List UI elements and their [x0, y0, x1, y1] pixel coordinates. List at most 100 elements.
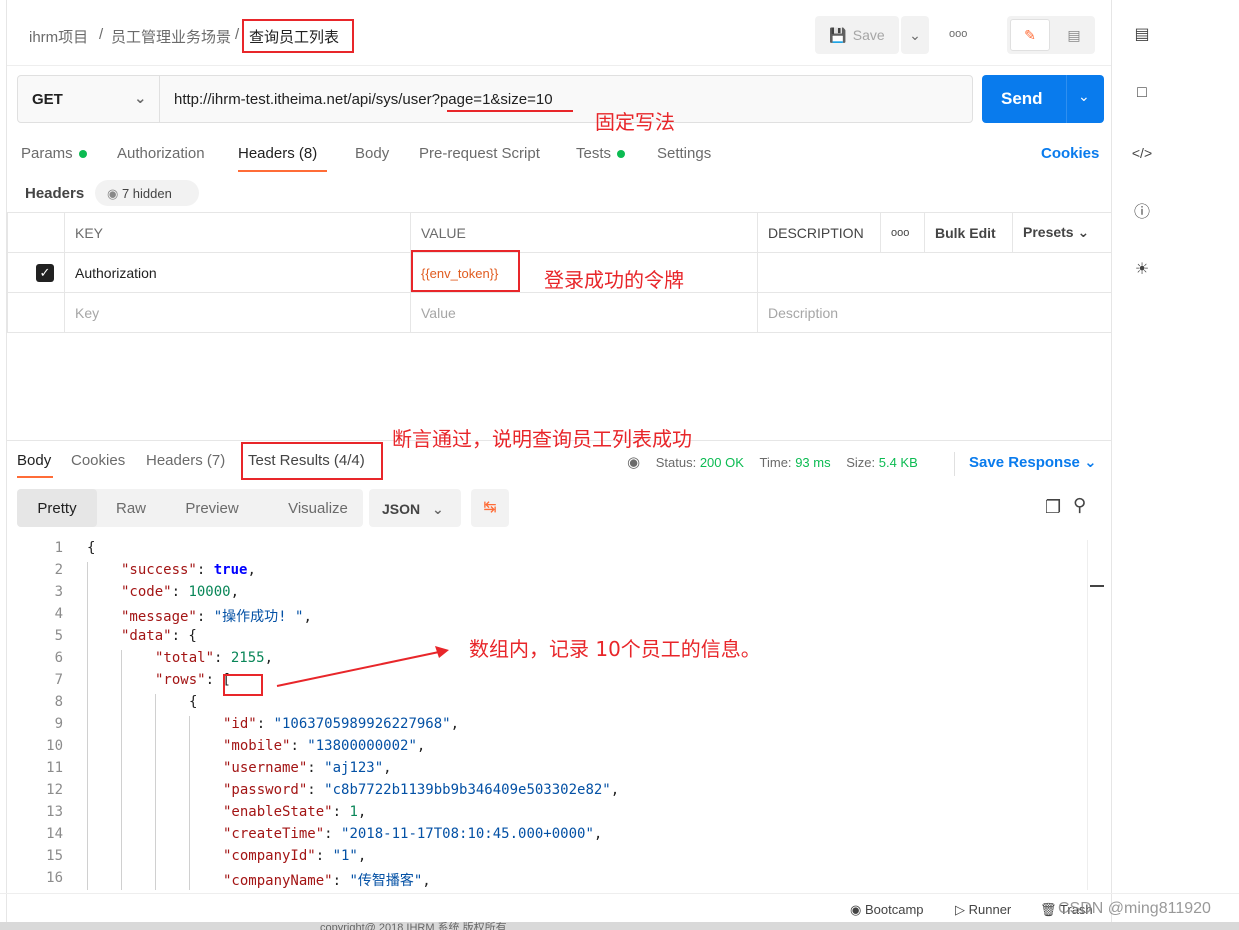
- line-number: 16: [46, 870, 63, 886]
- comment-icon[interactable]: ▤: [1057, 19, 1091, 51]
- divider: [1066, 75, 1067, 123]
- line-number: 14: [46, 826, 63, 842]
- bootcamp-button[interactable]: ◉ Bootcamp: [850, 902, 924, 918]
- annotation-token-note: 登录成功的令牌: [544, 268, 684, 292]
- indent-guide: [87, 870, 88, 890]
- wrap-lines-icon[interactable]: ↹: [471, 489, 509, 527]
- annotation-box: [223, 674, 263, 696]
- tab-tests[interactable]: Tests: [576, 145, 626, 162]
- code-line: 2 "success": true,: [7, 562, 1087, 584]
- runner-button[interactable]: ▷ Runner: [955, 902, 1011, 918]
- tab-settings[interactable]: Settings: [657, 145, 711, 162]
- chevron-down-icon: ⌄: [134, 90, 147, 107]
- row-checkbox[interactable]: ✓: [7, 252, 65, 293]
- save-dropdown-button[interactable]: ⌄: [901, 16, 929, 54]
- view-pretty[interactable]: Pretty: [17, 489, 97, 527]
- tab-pre-request-script[interactable]: Pre-request Script: [419, 145, 540, 162]
- header-description-cell[interactable]: [757, 252, 1112, 293]
- indent-guide: [155, 826, 156, 848]
- cookies-link[interactable]: Cookies: [1041, 145, 1099, 162]
- indent-guide: [155, 782, 156, 804]
- code-line: 15 "companyId": "1",: [7, 848, 1087, 870]
- code-text: {: [87, 540, 96, 556]
- code-icon[interactable]: </>: [1130, 141, 1154, 165]
- code-text: "rows": [: [155, 672, 231, 688]
- page-bottom-strip: copyright@ 2018 IHRM 系统 版权所有: [0, 922, 1239, 930]
- format-select[interactable]: JSON ⌄: [369, 489, 461, 527]
- code-text: "enableState": 1,: [223, 804, 367, 820]
- url-input[interactable]: http://ihrm-test.itheima.net/api/sys/use…: [174, 91, 553, 108]
- indent-guide: [155, 804, 156, 826]
- column-options-button[interactable]: ooo: [880, 212, 925, 253]
- more-actions-button[interactable]: ooo: [949, 28, 967, 40]
- lightbulb-icon[interactable]: ☀: [1130, 257, 1154, 281]
- indent-guide: [87, 848, 88, 870]
- indent-guide: [87, 738, 88, 760]
- value-placeholder[interactable]: Value: [410, 292, 758, 333]
- send-button[interactable]: Send ⌄: [982, 75, 1104, 123]
- tab-headers[interactable]: Headers (8): [238, 145, 317, 162]
- presets-dropdown[interactable]: Presets ⌄: [1012, 212, 1112, 253]
- indent-guide: [87, 760, 88, 782]
- scrollbar-thumb[interactable]: [1090, 585, 1104, 587]
- search-icon[interactable]: ⚲: [1073, 495, 1086, 516]
- indent-guide: [189, 782, 190, 804]
- code-text: "createTime": "2018-11-17T08:10:45.000+0…: [223, 826, 603, 842]
- code-line: 8{: [7, 694, 1087, 716]
- column-description: DESCRIPTION: [757, 212, 881, 253]
- save-button[interactable]: 💾 Save: [815, 16, 899, 54]
- indent-guide: [189, 804, 190, 826]
- tab-authorization[interactable]: Authorization: [117, 145, 205, 162]
- comments-icon[interactable]: □: [1130, 81, 1154, 105]
- tab-response-headers[interactable]: Headers (7): [146, 452, 225, 469]
- line-number: 6: [54, 650, 63, 666]
- breadcrumb-folder[interactable]: 员工管理业务场景: [111, 26, 231, 47]
- header-key-cell[interactable]: Authorization: [64, 252, 411, 293]
- code-text: "total": 2155,: [155, 650, 274, 666]
- indent-guide: [87, 782, 88, 804]
- bulk-edit-button[interactable]: Bulk Edit: [924, 212, 1013, 253]
- copy-icon[interactable]: ❐: [1045, 497, 1061, 518]
- tab-response-cookies[interactable]: Cookies: [71, 452, 125, 469]
- indent-guide: [121, 848, 122, 870]
- view-mode-toggle[interactable]: ✎ ▤: [1007, 16, 1095, 54]
- annotation-array-note: 数组内，记录 10个员工的信息。: [469, 637, 761, 661]
- response-body-code[interactable]: 1{2 "success": true, 3 "code": 10000, 4 "mess…: [7, 540, 1087, 890]
- tab-body[interactable]: Body: [355, 145, 389, 162]
- globe-icon: ◉: [627, 454, 641, 471]
- chevron-down-icon: ⌄: [909, 26, 921, 43]
- hidden-headers-toggle[interactable]: ◉ 7 hidden: [95, 180, 199, 206]
- indent-guide: [87, 606, 88, 628]
- breadcrumb-separator: /: [235, 26, 240, 43]
- view-visualize[interactable]: Visualize: [273, 489, 363, 527]
- description-placeholder[interactable]: Description: [757, 292, 1112, 333]
- size-value: 5.4 KB: [878, 455, 918, 470]
- indent-guide: [121, 826, 122, 848]
- view-raw[interactable]: Raw: [99, 489, 163, 527]
- status-dot-icon: [78, 150, 87, 159]
- tab-response-body[interactable]: Body: [17, 452, 51, 469]
- line-number: 1: [54, 540, 63, 556]
- chevron-down-icon[interactable]: ⌄: [1078, 88, 1090, 105]
- runner-icon: ▷: [955, 902, 965, 917]
- documentation-icon[interactable]: ▤: [1130, 22, 1154, 46]
- indent-guide: [87, 804, 88, 826]
- code-text: "mobile": "13800000002",: [223, 738, 426, 754]
- key-placeholder[interactable]: Key: [64, 292, 411, 333]
- active-tab-indicator: [17, 476, 53, 478]
- column-value: VALUE: [410, 212, 758, 253]
- info-icon[interactable]: ⓘ: [1130, 198, 1154, 222]
- indent-guide: [155, 760, 156, 782]
- active-tab-indicator: [238, 170, 327, 172]
- breadcrumb-project[interactable]: ihrm项目: [29, 26, 88, 47]
- indent-guide: [87, 672, 88, 694]
- save-response-button[interactable]: Save Response ⌄: [969, 453, 1097, 471]
- annotation-box: [242, 19, 354, 53]
- edit-mode-pencil-icon[interactable]: ✎: [1010, 19, 1050, 51]
- method-select[interactable]: GET ⌄: [18, 76, 160, 122]
- tab-params[interactable]: Params: [21, 145, 87, 162]
- copyright-text: copyright@ 2018 IHRM 系统 版权所有: [320, 922, 507, 930]
- indent-guide: [87, 716, 88, 738]
- scrollbar[interactable]: [1087, 540, 1104, 890]
- view-preview[interactable]: Preview: [177, 489, 247, 527]
